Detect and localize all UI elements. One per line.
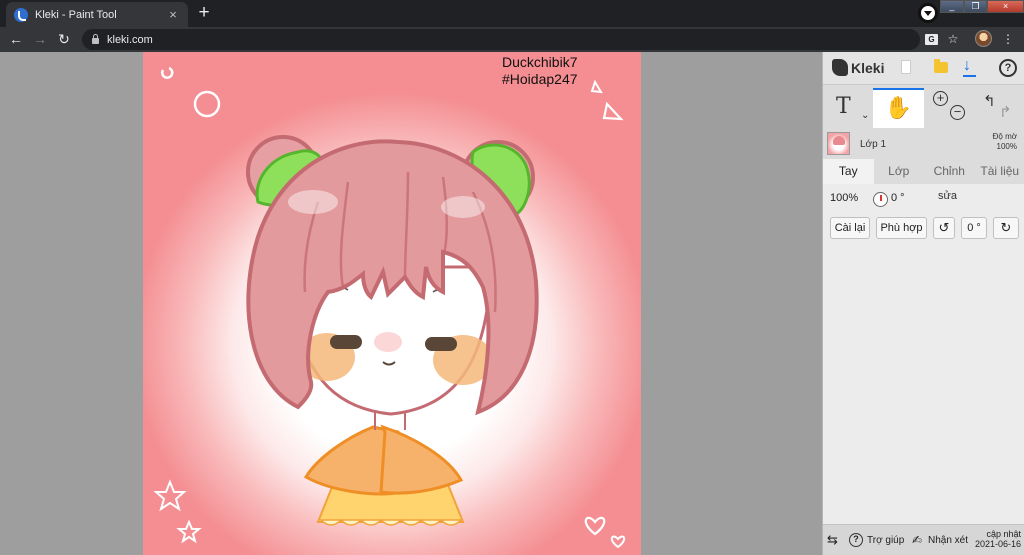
zoom-in-icon[interactable]: +	[933, 91, 948, 106]
folder-icon[interactable]	[934, 59, 948, 73]
layer-row[interactable]: Lớp 1 Độ mờ 100%	[823, 130, 1024, 158]
small-circle-doodle	[161, 66, 174, 79]
rotation-value: 0 °	[891, 192, 905, 204]
hair-shine-right	[441, 196, 485, 218]
tab-adjust[interactable]: Chỉnh	[924, 159, 975, 184]
help-link[interactable]: Trợ giúp	[867, 535, 904, 546]
reload-icon[interactable]: ↻	[55, 31, 73, 47]
layer-name: Lớp 1	[860, 139, 887, 150]
tab-hand[interactable]: Tay	[823, 159, 874, 184]
translate-icon[interactable]: G	[925, 34, 938, 45]
zoom-buttons: + −	[927, 88, 973, 128]
reset-view-button[interactable]: Cài lại	[830, 217, 870, 239]
kleki-logo[interactable]: Kleki	[832, 59, 884, 76]
edit-label[interactable]: sửa	[938, 190, 957, 202]
drawing-canvas[interactable]: Duckchibik7 #Hoidap247	[143, 52, 641, 555]
address-bar[interactable]: kleki.com	[82, 29, 920, 50]
kleki-logo-text: Kleki	[851, 59, 885, 76]
opacity-label: Độ mờ	[992, 132, 1017, 141]
help-circle-icon[interactable]: ?	[849, 533, 863, 547]
browser-toolbar: ← → ↻ kleki.com G ☆ ⋮	[0, 27, 1024, 52]
panel-bottom-bar: ⇆ ? Trợ giúp ✍ Nhận xét cập nhật 2021-06…	[823, 524, 1024, 555]
media-control-icon[interactable]	[918, 3, 938, 23]
text-tool-icon: T	[836, 94, 851, 119]
heart-doodle-1	[584, 516, 606, 536]
update-date: 2021-06-16	[974, 539, 1021, 549]
back-arrow-icon[interactable]: ←	[7, 31, 25, 47]
triangle-doodle-1	[590, 79, 603, 94]
forward-arrow-icon[interactable]: →	[31, 31, 49, 47]
star-doodle-2	[176, 519, 202, 544]
cape-right	[379, 424, 464, 495]
layer-thumbnail	[827, 132, 850, 155]
new-file-icon[interactable]	[901, 60, 911, 74]
browser-menu-icon[interactable]: ⋮	[1000, 31, 1016, 47]
rotate-right-icon[interactable]: ↻	[993, 217, 1019, 239]
profile-avatar[interactable]	[975, 30, 992, 47]
panel-tabs: Tay Lớp Chỉnh Tài liệu	[823, 159, 1024, 184]
update-info[interactable]: cập nhật 2021-06-16	[975, 529, 1021, 549]
feedback-icon[interactable]: ✍	[912, 533, 922, 547]
tab-layers[interactable]: Lớp	[874, 159, 925, 184]
kleki-favicon-icon	[14, 7, 28, 22]
fit-view-button[interactable]: Phù hợp	[876, 217, 927, 239]
window-controls: _ ❐ ×	[940, 0, 1024, 14]
kleki-logo-icon	[832, 59, 848, 76]
browser-tab-strip: Kleki - Paint Tool × + _ ❐ ×	[0, 0, 1024, 27]
workspace[interactable]: Duckchibik7 #Hoidap247	[0, 52, 822, 555]
hand-tool-button[interactable]: ✋	[873, 88, 924, 128]
tab-title: Kleki - Paint Tool	[35, 8, 117, 21]
minimize-button[interactable]: _	[940, 0, 964, 13]
hair-shine-left	[288, 190, 338, 214]
swap-side-icon[interactable]: ⇆	[827, 532, 838, 548]
heart-doodle-2	[610, 535, 626, 549]
download-icon[interactable]: ↓	[963, 57, 976, 77]
text-tool-button[interactable]: T ⌄	[823, 88, 872, 128]
tab-document[interactable]: Tài liệu	[975, 159, 1024, 184]
kleki-side-panel: Kleki ↓ ? T ⌄ ✋ + − ↰ ↱ Lớp 1 Độ mờ 100%	[822, 52, 1024, 555]
signature-line-1: Duckchibik7	[502, 54, 578, 70]
help-icon[interactable]: ?	[999, 59, 1017, 77]
eye-left	[330, 335, 362, 349]
hand-tab-body: 100% 0 ° sửa Cài lại Phù hợp ↺ 0 ° ↻	[823, 184, 1024, 524]
circle-doodle	[193, 90, 221, 118]
panel-top-bar: Kleki ↓ ?	[823, 52, 1024, 85]
redo-icon[interactable]: ↱	[999, 103, 1012, 121]
url-text: kleki.com	[107, 33, 153, 46]
rotate-left-icon[interactable]: ↺	[933, 217, 955, 239]
browser-tab[interactable]: Kleki - Paint Tool ×	[6, 2, 188, 27]
hand-icon: ✋	[884, 95, 913, 120]
signature-line-2: #Hoidap247	[502, 71, 578, 87]
tool-row: T ⌄ ✋ + − ↰ ↱	[823, 88, 1024, 128]
nose-blush	[374, 332, 402, 352]
bookmark-star-icon[interactable]: ☆	[945, 31, 961, 47]
undo-redo-buttons: ↰ ↱	[977, 88, 1023, 128]
undo-icon[interactable]: ↰	[983, 92, 996, 110]
new-tab-button[interactable]: +	[195, 3, 213, 23]
view-buttons-row: Cài lại Phù hợp ↺ 0 ° ↻	[830, 217, 1020, 239]
triangle-doodle-2	[602, 101, 624, 121]
rotation-dial-icon[interactable]	[873, 192, 888, 207]
layer-opacity[interactable]: Độ mờ 100%	[993, 132, 1017, 152]
maximize-button[interactable]: ❐	[963, 0, 988, 13]
star-doodle-1	[153, 479, 187, 512]
feedback-link[interactable]: Nhận xét	[928, 535, 968, 546]
chibi-artwork	[153, 66, 626, 549]
lock-icon	[92, 34, 99, 44]
opacity-value: 100%	[996, 142, 1017, 151]
zoom-out-icon[interactable]: −	[950, 105, 965, 120]
close-window-button[interactable]: ×	[987, 0, 1024, 13]
zoom-percentage: 100%	[830, 192, 859, 204]
text-tool-dropdown-icon[interactable]: ⌄	[861, 110, 869, 121]
update-label: cập nhật	[986, 529, 1021, 539]
tab-close-icon[interactable]: ×	[166, 7, 180, 22]
eye-right	[425, 337, 457, 351]
view-status-row: 100% 0 ° sửa	[830, 190, 1020, 208]
rotation-field[interactable]: 0 °	[961, 217, 987, 239]
